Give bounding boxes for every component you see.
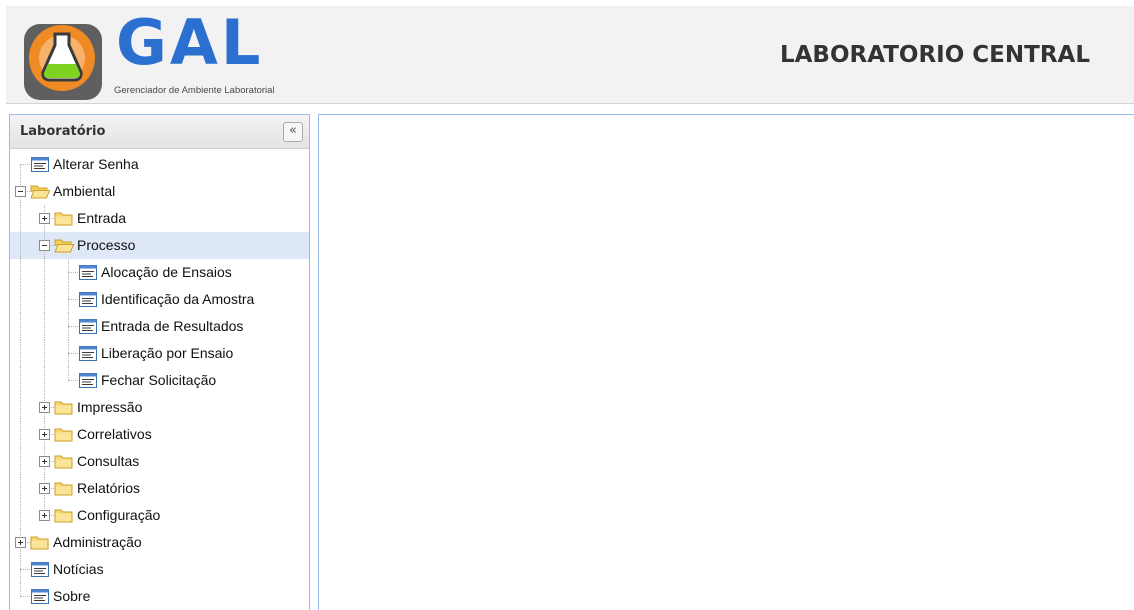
tree-item-label: Configuração: [77, 507, 161, 523]
tree-item-label: Fechar Solicitação: [101, 372, 217, 388]
tree-item-label: Entrada de Resultados: [101, 318, 244, 334]
document-icon: [78, 291, 98, 308]
tree-item-alterar-senha[interactable]: Alterar Senha: [10, 151, 309, 178]
collapse-toggle-icon[interactable]: [15, 186, 26, 197]
expand-toggle-icon[interactable]: [39, 483, 50, 494]
tree-item-noticias[interactable]: Notícias: [10, 556, 309, 583]
tree-guide-line: [20, 205, 21, 232]
collapse-sidebar-button[interactable]: «: [283, 122, 303, 142]
logo-subtitle: Gerenciador de Ambiente Laboratorial: [114, 85, 275, 96]
collapse-toggle-icon[interactable]: [39, 240, 50, 251]
tree-item-entrada[interactable]: Entrada: [10, 205, 309, 232]
sidebar-header: Laboratório «: [10, 115, 309, 149]
tree-guide-line: [20, 394, 21, 421]
folder-icon: [54, 453, 74, 470]
tree-item-identificacao-da-amostra[interactable]: Identificação da Amostra: [10, 286, 309, 313]
tree-item-label: Ambiental: [53, 183, 116, 199]
tree-item-alocacao-de-ensaios[interactable]: Alocação de Ensaios: [10, 259, 309, 286]
tree-guide-line: [20, 286, 21, 313]
document-icon: [30, 156, 50, 173]
folder-icon: [30, 534, 50, 551]
tree-guide-line: [20, 475, 21, 502]
document-icon: [78, 372, 98, 389]
tree-item-label: Relatórios: [77, 480, 141, 496]
tree-guide-line: [20, 259, 21, 286]
expand-toggle-icon[interactable]: [15, 537, 26, 548]
folder-icon: [54, 399, 74, 416]
tree-item-label: Entrada: [77, 210, 127, 226]
tree-item-consultas[interactable]: Consultas: [10, 448, 309, 475]
document-icon: [78, 345, 98, 362]
tree-item-relatorios[interactable]: Relatórios: [10, 475, 309, 502]
folder-open-icon: [54, 237, 75, 254]
expand-toggle-icon[interactable]: [39, 429, 50, 440]
navigation-tree: Alterar Senha Ambiental Entrada Processo Alo…: [10, 149, 309, 610]
tree-item-label: Correlativos: [77, 426, 152, 442]
tree-guide-line: [20, 367, 21, 394]
logo-wordmark: GAL: [116, 6, 264, 79]
tree-item-label: Notícias: [53, 561, 104, 577]
sidebar-panel: Laboratório « Alterar Senha Ambiental Entr…: [9, 114, 310, 610]
tree-item-liberacao-por-ensaio[interactable]: Liberação por Ensaio: [10, 340, 309, 367]
tree-item-label: Consultas: [77, 453, 140, 469]
folder-open-icon: [30, 183, 51, 200]
tree-item-sobre[interactable]: Sobre: [10, 583, 309, 610]
tree-guide-line: [44, 286, 45, 313]
tree-item-label: Processo: [77, 237, 136, 253]
tree-item-ambiental[interactable]: Ambiental: [10, 178, 309, 205]
gal-logo: GAL Gerenciador de Ambiente Laboratorial: [18, 6, 348, 102]
tree-item-label: Sobre: [53, 588, 91, 604]
tree-item-entrada-de-resultados[interactable]: Entrada de Resultados: [10, 313, 309, 340]
tree-item-label: Identificação da Amostra: [101, 291, 255, 307]
tree-item-configuracao[interactable]: Configuração: [10, 502, 309, 529]
tree-item-label: Alterar Senha: [53, 156, 139, 172]
tree-guide-line: [20, 164, 21, 178]
tree-guide-line: [44, 259, 45, 286]
tree-item-label: Impressão: [77, 399, 143, 415]
tree-item-label: Liberação por Ensaio: [101, 345, 234, 361]
expand-toggle-icon[interactable]: [39, 456, 50, 467]
tree-guide-line: [20, 583, 21, 596]
tree-guide-line: [20, 502, 21, 529]
expand-toggle-icon[interactable]: [39, 213, 50, 224]
page-title: LABORATORIO CENTRAL: [779, 42, 1090, 68]
tree-guide-line: [44, 367, 45, 394]
tree-guide-line: [20, 421, 21, 448]
document-icon: [30, 588, 50, 605]
tree-guide-line: [68, 367, 69, 380]
expand-toggle-icon[interactable]: [39, 510, 50, 521]
tree-item-administracao[interactable]: Administração: [10, 529, 309, 556]
main-content-area: [318, 114, 1134, 610]
tree-guide-line: [20, 448, 21, 475]
tree-item-impressao[interactable]: Impressão: [10, 394, 309, 421]
document-icon: [78, 318, 98, 335]
document-icon: [78, 264, 98, 281]
folder-icon: [54, 480, 74, 497]
folder-icon: [54, 507, 74, 524]
tree-item-correlativos[interactable]: Correlativos: [10, 421, 309, 448]
tree-guide-line: [44, 340, 45, 367]
tree-guide-line: [20, 313, 21, 340]
app-window: GAL Gerenciador de Ambiente Laboratorial…: [0, 0, 1134, 610]
sidebar-title: Laboratório: [20, 124, 106, 139]
tree-guide-line: [20, 232, 21, 259]
header-banner: GAL Gerenciador de Ambiente Laboratorial…: [6, 6, 1134, 104]
tree-item-label: Administração: [53, 534, 142, 550]
folder-icon: [54, 426, 74, 443]
document-icon: [30, 561, 50, 578]
tree-guide-line: [44, 313, 45, 340]
tree-item-processo[interactable]: Processo: [10, 232, 309, 259]
folder-icon: [54, 210, 74, 227]
tree-item-label: Alocação de Ensaios: [101, 264, 232, 280]
expand-toggle-icon[interactable]: [39, 402, 50, 413]
flask-logo-icon: [24, 24, 102, 100]
tree-item-fechar-solicitacao[interactable]: Fechar Solicitação: [10, 367, 309, 394]
tree-guide-line: [20, 340, 21, 367]
